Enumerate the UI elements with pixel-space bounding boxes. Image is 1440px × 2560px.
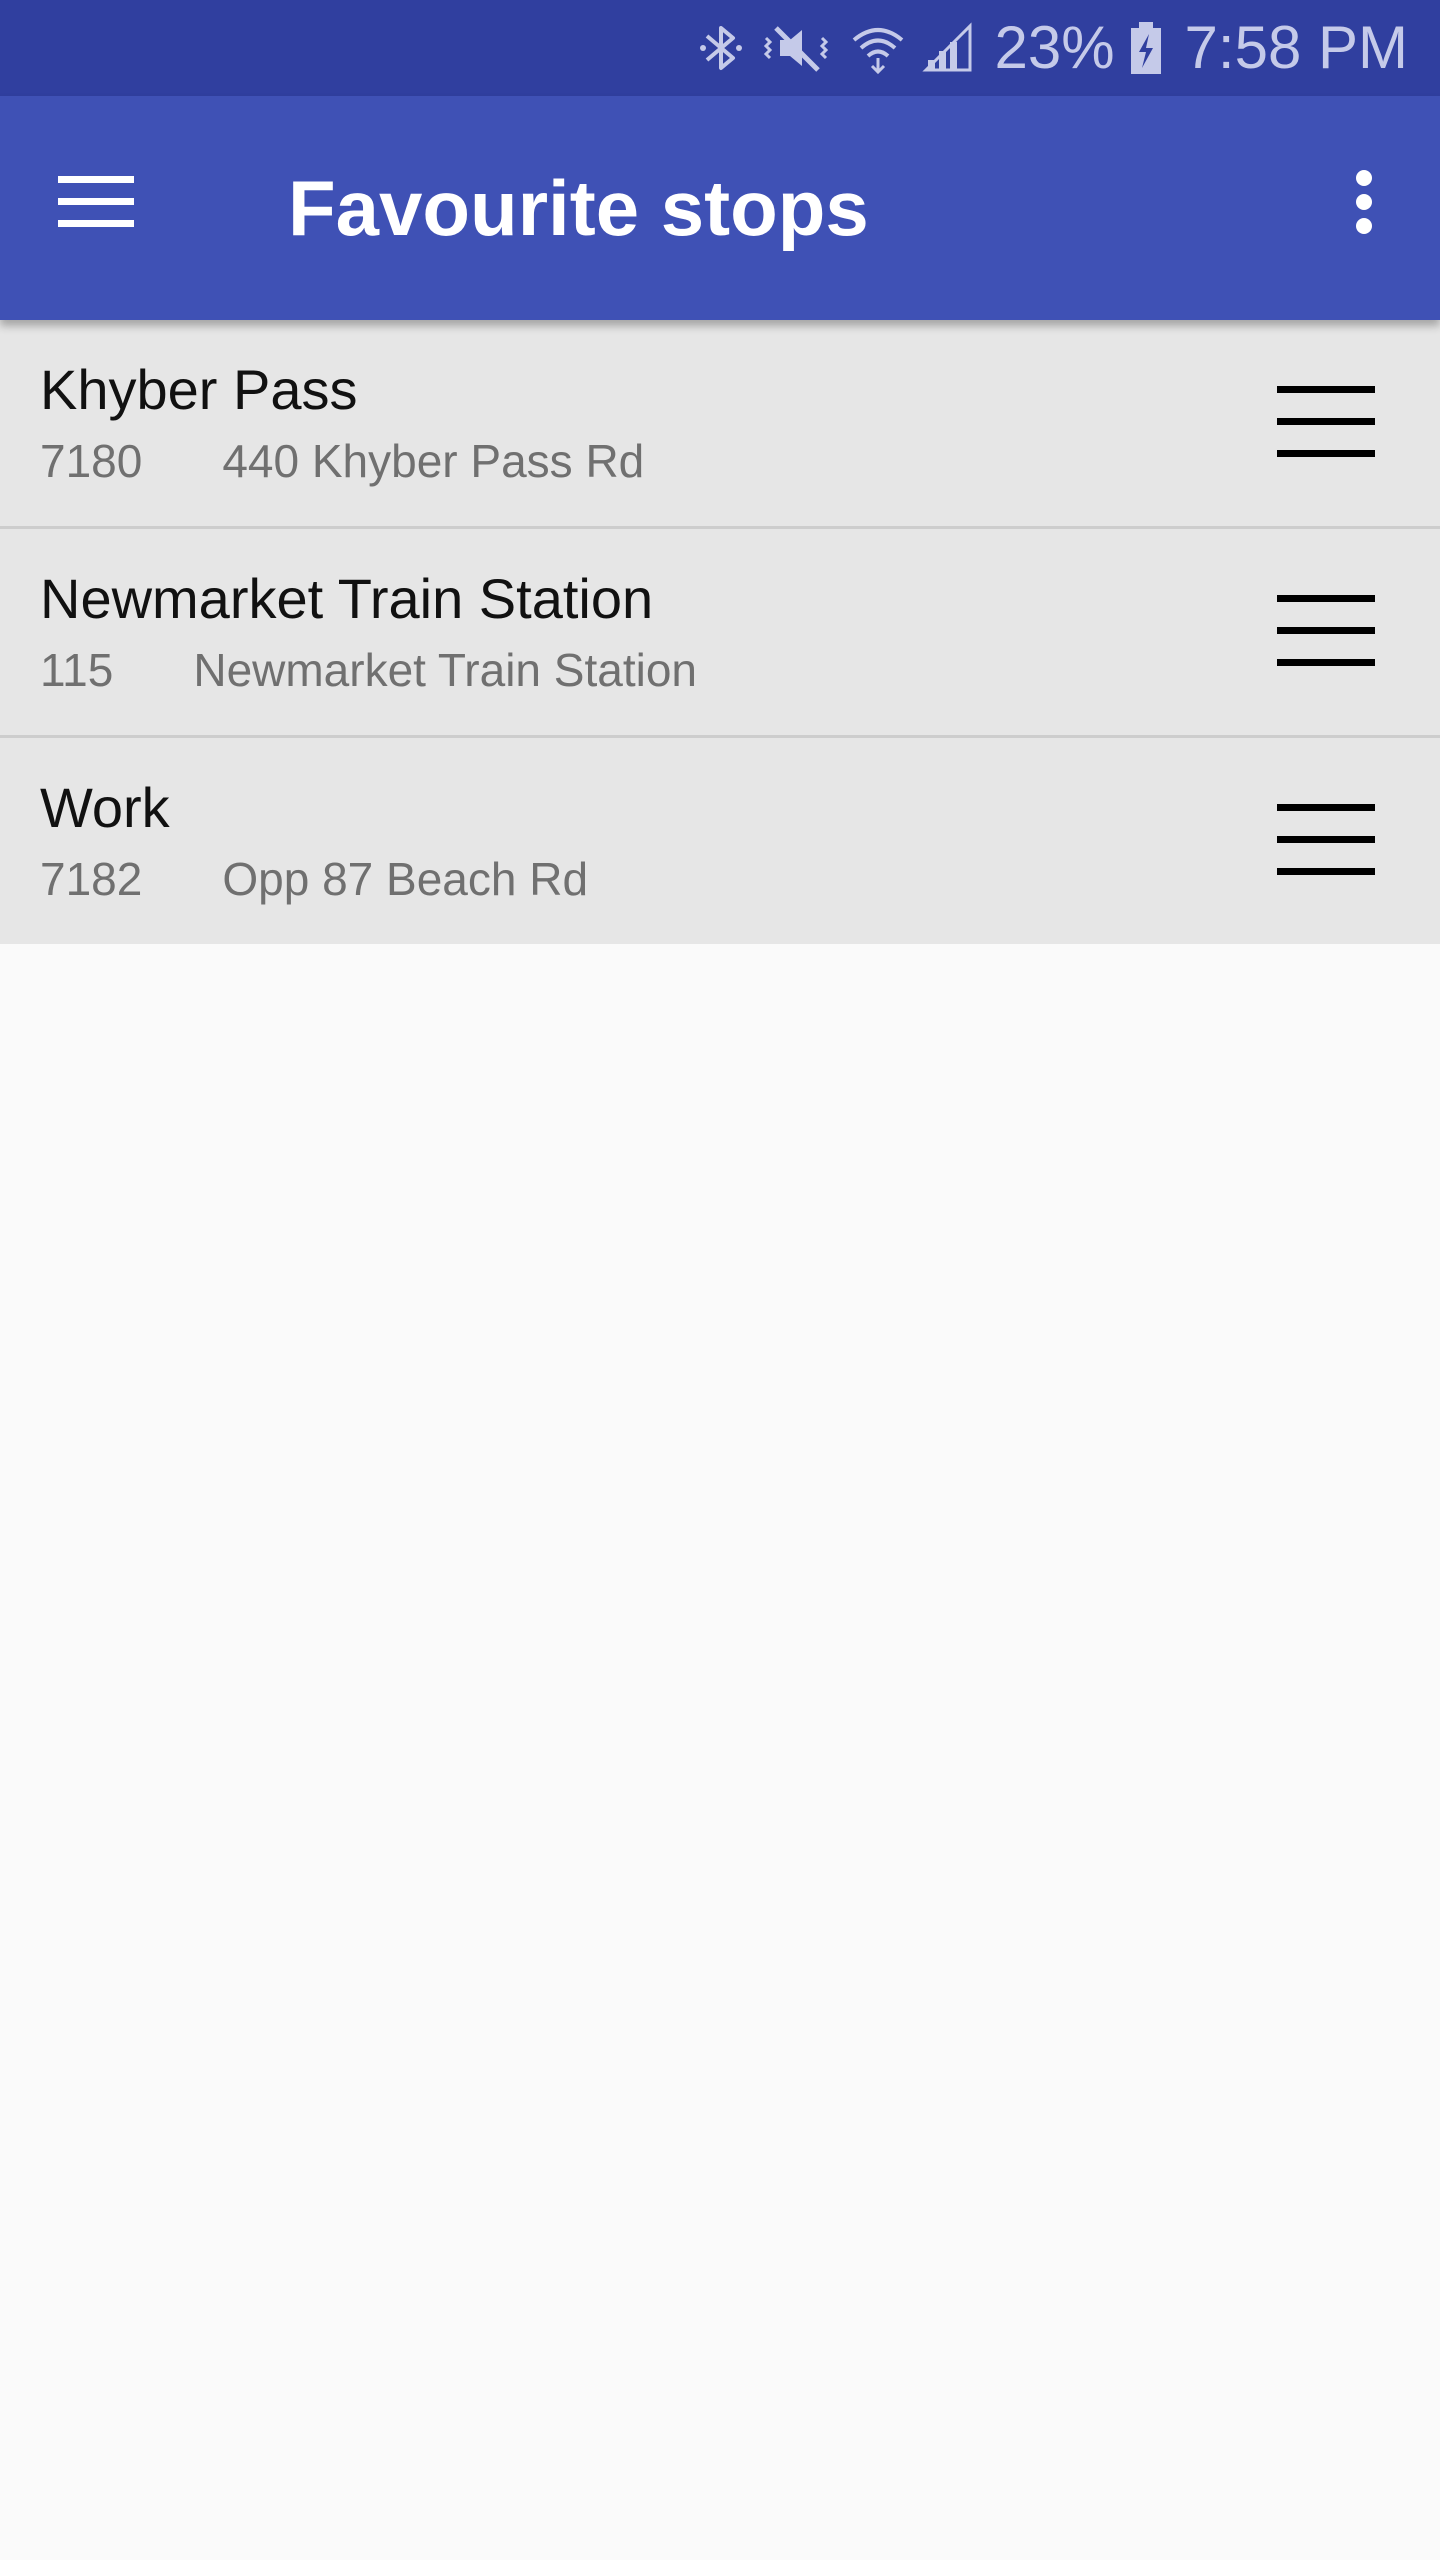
menu-button[interactable] <box>40 148 152 260</box>
favourite-stops-list: Khyber Pass 7180 440 Khyber Pass Rd Newm… <box>0 320 1440 944</box>
battery-charging-icon <box>1129 20 1163 76</box>
vibrate-mute-icon <box>760 20 836 76</box>
page-title: Favourite stops <box>288 163 869 252</box>
bluetooth-icon <box>696 20 746 76</box>
stop-address: Opp 87 Beach Rd <box>222 853 589 905</box>
hamburger-menu-icon <box>58 174 134 235</box>
list-item[interactable]: Work 7182 Opp 87 Beach Rd <box>0 738 1440 944</box>
stop-details: 7182 Opp 87 Beach Rd <box>40 856 588 902</box>
drag-handle-icon[interactable] <box>1276 790 1376 890</box>
stop-name: Work <box>40 776 170 839</box>
stop-details: 7180 440 Khyber Pass Rd <box>40 438 644 484</box>
overflow-menu-button[interactable] <box>1308 148 1420 260</box>
clock: 7:58 PM <box>1184 14 1408 81</box>
status-bar: 23% 7:58 PM <box>0 0 1440 96</box>
overflow-menu-icon <box>1354 168 1374 241</box>
stop-code: 115 <box>40 644 114 696</box>
drag-handle-icon[interactable] <box>1276 581 1376 681</box>
list-item[interactable]: Newmarket Train Station 115 Newmarket Tr… <box>0 529 1440 738</box>
stop-name: Khyber Pass <box>40 358 358 421</box>
stop-code: 7182 <box>40 853 143 905</box>
stop-name: Newmarket Train Station <box>40 567 654 630</box>
list-item[interactable]: Khyber Pass 7180 440 Khyber Pass Rd <box>0 320 1440 529</box>
signal-icon <box>920 20 976 76</box>
stop-code: 7180 <box>40 435 143 487</box>
drag-handle-icon[interactable] <box>1276 372 1376 472</box>
app-bar: Favourite stops <box>0 96 1440 320</box>
stop-details: 115 Newmarket Train Station <box>40 647 697 693</box>
stop-address: 440 Khyber Pass Rd <box>222 435 645 487</box>
stop-address: Newmarket Train Station <box>193 644 697 696</box>
battery-percent: 23% <box>994 14 1115 81</box>
wifi-icon <box>850 20 906 76</box>
